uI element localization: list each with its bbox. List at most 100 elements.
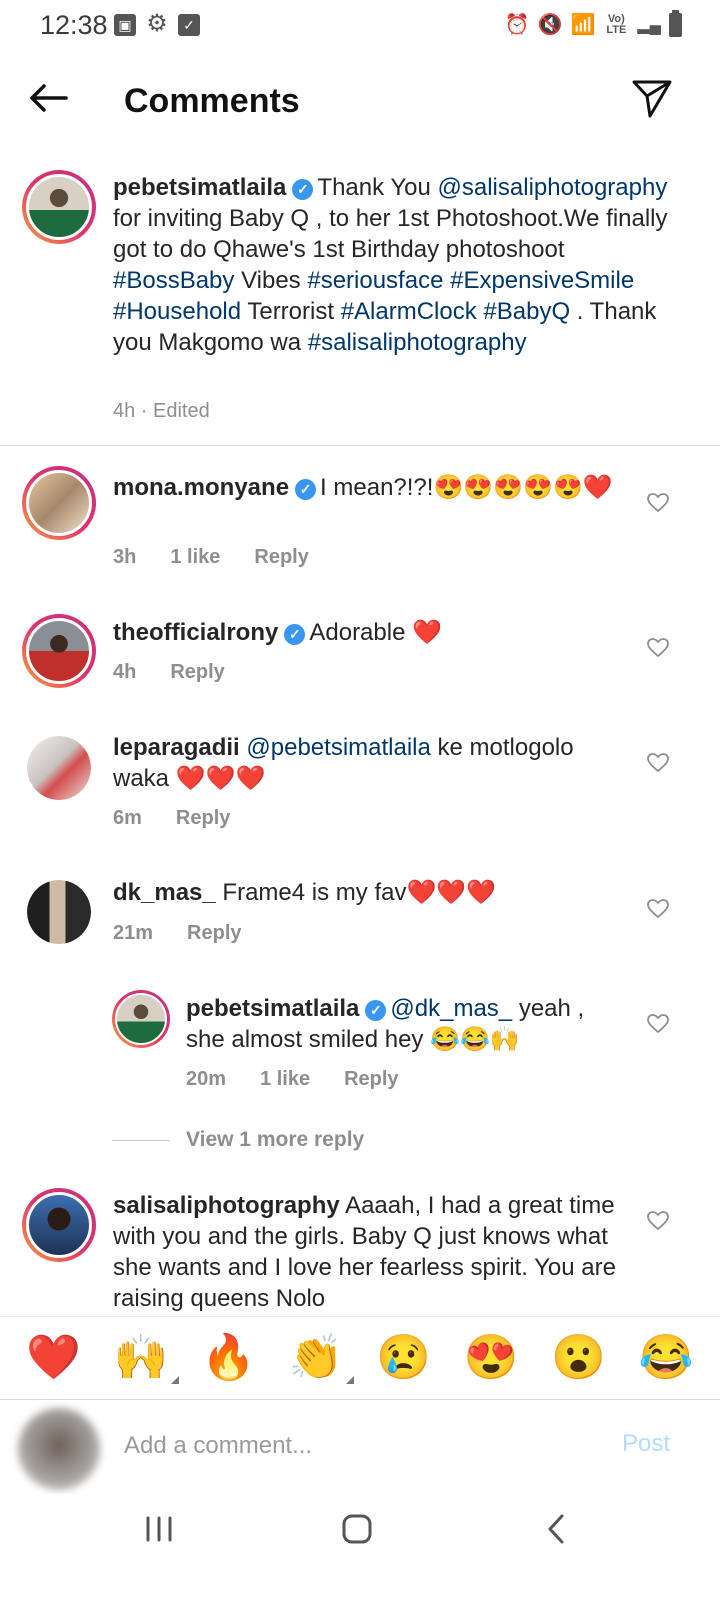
comment-text: Adorable ❤️ xyxy=(309,619,442,646)
avatar[interactable] xyxy=(22,466,96,540)
back-nav-icon[interactable] xyxy=(542,1512,572,1546)
emoji-raising-hands[interactable]: 🙌 xyxy=(113,1333,179,1384)
comment-username[interactable]: dk_mas_ xyxy=(113,879,216,906)
battery-icon xyxy=(669,9,682,37)
comment-composer: Post xyxy=(0,1400,720,1494)
emoji-clapping[interactable]: 👏 xyxy=(288,1333,354,1384)
comment-username[interactable]: leparagadii xyxy=(113,734,240,761)
comment-username[interactable]: theofficialrony xyxy=(113,619,278,646)
comment-likes[interactable]: 1 like xyxy=(170,546,220,569)
caption-text-segment: Thank You xyxy=(317,174,438,201)
home-icon[interactable] xyxy=(340,1512,374,1546)
skin-tone-indicator-icon xyxy=(170,1376,179,1384)
reply-button[interactable]: Reply xyxy=(344,1068,398,1091)
comment-input[interactable] xyxy=(124,1426,584,1466)
status-bar: 12:38 ▣ ⚙ ✓ ⏰ 🔇 📶 Vo) LTE ▂▄ xyxy=(0,0,720,54)
list-item: salisaliphotography Aaaah, I had a great… xyxy=(113,1190,618,1316)
caption-link[interactable]: #seriousface xyxy=(307,267,443,294)
caption-link[interactable]: #Household xyxy=(113,298,241,325)
verified-badge-icon: ✓ xyxy=(365,1000,387,1021)
comment-time: 3h xyxy=(113,546,137,568)
mention-link[interactable]: @dk_mas_ xyxy=(390,995,512,1022)
comment-meta: 21m Reply xyxy=(113,922,242,945)
comment-time: 6m xyxy=(113,807,142,829)
share-send-icon[interactable] xyxy=(630,76,674,120)
caption-meta: 4h · Edited xyxy=(113,400,210,423)
caption-link[interactable]: #salisaliphotography xyxy=(308,329,527,356)
comment-meta: 3h 1 like Reply xyxy=(113,546,309,569)
emoji-heart[interactable]: ❤️ xyxy=(26,1336,81,1380)
caption: pebetsimatlaila ✓ Thank You @salisaliphoto… xyxy=(113,172,683,358)
comment-time: 21m xyxy=(113,922,154,944)
recent-apps-icon[interactable] xyxy=(144,1514,174,1544)
like-heart-icon[interactable] xyxy=(647,493,669,513)
emoji-crying[interactable]: 😢 xyxy=(376,1336,431,1380)
avatar[interactable] xyxy=(27,880,91,944)
caption-link[interactable]: #ExpensiveSmile xyxy=(450,267,634,294)
mute-icon: 🔇 xyxy=(537,14,563,36)
emoji-heart-eyes[interactable]: 😍 xyxy=(464,1336,519,1380)
emoji-clapping-glyph: 👏 xyxy=(288,1333,344,1382)
comment-time: 4h xyxy=(113,661,137,683)
emoji-laughing[interactable]: 😂 xyxy=(639,1336,694,1380)
comment-meta: 6m Reply xyxy=(113,807,230,830)
list-item: leparagadii @pebetsimatlaila ke motlogol… xyxy=(113,732,618,794)
emoji-raising-hands-glyph: 🙌 xyxy=(113,1333,169,1382)
caption-link[interactable]: @salisaliphotography xyxy=(438,174,668,201)
list-item: dk_mas_ Frame4 is my fav❤️❤️❤️ xyxy=(113,877,618,908)
comment-username[interactable]: salisaliphotography xyxy=(113,1192,340,1219)
caption-text: pebetsimatlaila ✓ Thank You @salisaliphoto… xyxy=(113,172,683,358)
caption-username[interactable]: pebetsimatlaila xyxy=(113,174,286,201)
reply-button[interactable]: Reply xyxy=(170,661,224,684)
page-title: Comments xyxy=(124,82,300,120)
gallery-notification-icon: ▣ xyxy=(114,14,136,36)
back-arrow-icon[interactable] xyxy=(26,76,70,120)
reply-likes[interactable]: 1 like xyxy=(260,1068,310,1091)
caption-text-segment: Terrorist xyxy=(241,298,341,325)
caption-text-segment: for inviting Baby Q , to her 1st Photosh… xyxy=(113,205,668,263)
caption-body: Thank You @salisaliphotography for invit… xyxy=(113,174,668,356)
caption-link[interactable]: #BabyQ xyxy=(483,298,570,325)
skin-tone-indicator-icon xyxy=(345,1376,354,1384)
avatar[interactable] xyxy=(27,736,91,800)
verified-badge-icon: ✓ xyxy=(284,624,306,645)
caption-text-segment: Vibes xyxy=(234,267,308,294)
comment-username[interactable]: mona.monyane xyxy=(113,474,289,501)
reply-username[interactable]: pebetsimatlaila xyxy=(186,995,359,1022)
caption-link[interactable]: #BossBaby xyxy=(113,267,234,294)
avatar[interactable] xyxy=(22,170,96,244)
like-heart-icon[interactable] xyxy=(647,753,669,773)
list-item: mona.monyane ✓ I mean?!?!😍😍😍😍😍❤️ xyxy=(113,472,618,503)
avatar[interactable] xyxy=(112,990,170,1048)
alarm-icon: ⏰ xyxy=(504,14,530,36)
wifi-icon: 📶 xyxy=(570,14,596,36)
caption-time-edited: 4h · Edited xyxy=(113,400,210,422)
caption-link[interactable]: #AlarmClock xyxy=(341,298,477,325)
reply-item: pebetsimatlaila ✓ @dk_mas_ yeah , she almo… xyxy=(186,993,618,1055)
view-more-label[interactable]: View 1 more reply xyxy=(186,1128,364,1152)
volte-label: Vo) LTE xyxy=(606,12,627,36)
view-more-divider xyxy=(112,1139,170,1141)
settings-notification-icon: ⚙ xyxy=(146,10,168,37)
post-button[interactable]: Post xyxy=(622,1430,670,1458)
like-heart-icon[interactable] xyxy=(647,899,669,919)
reply-button[interactable]: Reply xyxy=(254,546,308,569)
avatar[interactable] xyxy=(22,1188,96,1262)
reply-button[interactable]: Reply xyxy=(187,922,241,945)
comment-text: Frame4 is my fav❤️❤️❤️ xyxy=(222,879,497,906)
like-heart-icon[interactable] xyxy=(647,1014,669,1034)
comment-meta: 4h Reply xyxy=(113,661,225,684)
comment-text: I mean?!?!😍😍😍😍😍❤️ xyxy=(320,474,613,501)
mention-link[interactable]: @pebetsimatlaila xyxy=(246,734,430,761)
emoji-surprised[interactable]: 😮 xyxy=(551,1336,606,1380)
reply-button[interactable]: Reply xyxy=(176,807,230,830)
status-left-icons: ▣ ⚙ ✓ xyxy=(114,10,200,37)
check-notification-icon: ✓ xyxy=(178,14,200,36)
like-heart-icon[interactable] xyxy=(647,1211,669,1231)
view-more-replies[interactable]: View 1 more reply xyxy=(112,1128,364,1152)
emoji-fire[interactable]: 🔥 xyxy=(201,1336,256,1380)
reply-time: 20m xyxy=(186,1068,227,1090)
verified-badge-icon: ✓ xyxy=(292,179,314,200)
avatar[interactable] xyxy=(22,614,96,688)
like-heart-icon[interactable] xyxy=(647,638,669,658)
